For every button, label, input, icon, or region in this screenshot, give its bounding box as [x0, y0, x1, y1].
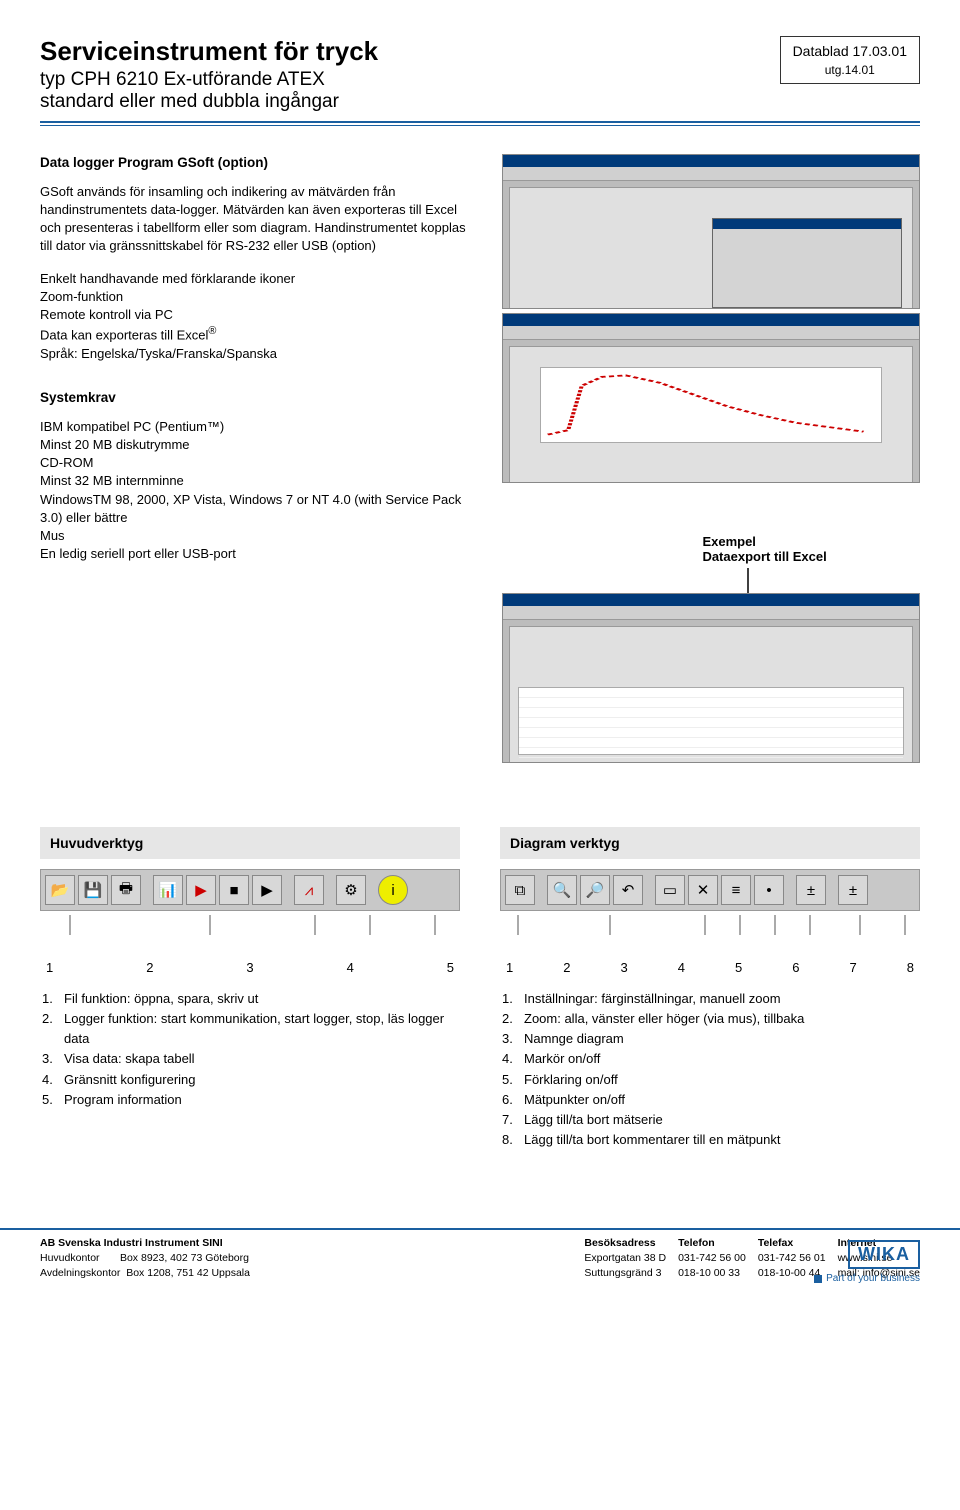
page-title: Serviceinstrument för tryck [40, 36, 378, 67]
diagram-tool-ticks [500, 915, 920, 945]
main-toolbar: 📂 💾 🖶 📊 ▶ ■ ▶ ⩘ ⚙ i [40, 869, 460, 911]
points-icon[interactable]: • [754, 875, 784, 905]
feature-line-5: Språk: Engelska/Tyska/Franska/Spanska [40, 345, 478, 363]
comment-icon[interactable]: ± [838, 875, 868, 905]
diagram-tool-descriptions: 1.Inställningar: färginställningar, manu… [500, 989, 920, 1150]
feature-line-2: Zoom-funktion [40, 288, 478, 306]
diagram-tools-column: Diagram verktyg ⧉ 🔍 🔎 ↶ ▭ ✕ ≡ • ± ± [500, 827, 920, 1150]
table-icon[interactable]: ⩘ [294, 875, 324, 905]
header-left: Serviceinstrument för tryck typ CPH 6210… [40, 36, 378, 113]
page-subtitle-1: typ CPH 6210 Ex-utförande ATEX [40, 69, 378, 91]
main-tools-header: Huvudverktyg [40, 827, 460, 859]
zoom-back-icon[interactable]: ↶ [613, 875, 643, 905]
zoom-all-icon[interactable]: 🔍 [547, 875, 577, 905]
sysreq-1: IBM kompatibel PC (Pentium™) [40, 418, 478, 436]
screenshot-excel-export [502, 593, 920, 763]
diagram-tool-numbers: 1 2 3 4 5 6 7 8 [500, 960, 920, 975]
series-add-icon[interactable]: ± [796, 875, 826, 905]
print-icon[interactable]: 🖶 [111, 875, 141, 905]
page-subtitle-2: standard eller med dubbla ingångar [40, 91, 378, 113]
content-right-column: Exempel Dataexport till Excel [502, 154, 920, 763]
example-label: Exempel Dataexport till Excel [702, 534, 826, 564]
sysreq-heading: Systemkrav [40, 389, 478, 408]
gsoft-description: GSoft används för insamling och indikeri… [40, 183, 478, 256]
datasheet-number: Datablad 17.03.01 [793, 43, 907, 59]
divider-thin [40, 125, 920, 126]
feature-line-3: Remote kontroll via PC [40, 306, 478, 324]
footer-phone: Telefon 031-742 56 00 018-10 00 33 [678, 1236, 746, 1280]
save-icon[interactable]: 💾 [78, 875, 108, 905]
datasheet-box: Datablad 17.03.01 utg.14.01 [780, 36, 920, 84]
page-header: Serviceinstrument för tryck typ CPH 6210… [40, 36, 920, 113]
settings-icon[interactable]: ⧉ [505, 875, 535, 905]
diagram-tools-header: Diagram verktyg [500, 827, 920, 859]
content-left-column: Data logger Program GSoft (option) GSoft… [40, 154, 478, 763]
marker-icon[interactable]: ✕ [688, 875, 718, 905]
open-icon[interactable]: 📂 [45, 875, 75, 905]
page-footer: AB Svenska Industri Instrument SINI Huvu… [0, 1228, 960, 1300]
name-icon[interactable]: ▭ [655, 875, 685, 905]
feature-line-1: Enkelt handhavande med förklarande ikone… [40, 270, 478, 288]
main-tool-numbers: 1 2 3 4 5 [40, 960, 460, 975]
screenshot-gsoft-diagram [502, 313, 920, 483]
wika-tagline: Part of your business [814, 1273, 920, 1284]
footer-address: Besöksadress Exportgatan 38 D Suttungsgr… [584, 1236, 666, 1280]
main-tools-column: Huvudverktyg 📂 💾 🖶 📊 ▶ ■ ▶ ⩘ ⚙ i [40, 827, 460, 1150]
gsoft-heading: Data logger Program GSoft (option) [40, 154, 478, 173]
connect-icon[interactable]: 📊 [153, 875, 183, 905]
divider-thick [40, 121, 920, 123]
zoom-lr-icon[interactable]: 🔎 [580, 875, 610, 905]
legend-icon[interactable]: ≡ [721, 875, 751, 905]
edition-number: utg.14.01 [793, 63, 907, 77]
diagram-toolbar: ⧉ 🔍 🔎 ↶ ▭ ✕ ≡ • ± ± [500, 869, 920, 911]
sysreq-2: Minst 20 MB diskutrymme [40, 436, 478, 454]
sysreq-6: Mus [40, 527, 478, 545]
stop-icon[interactable]: ■ [219, 875, 249, 905]
feature-line-4: Data kan exporteras till Excel® [40, 324, 478, 345]
sysreq-4: Minst 32 MB internminne [40, 472, 478, 490]
sysreq-3: CD-ROM [40, 454, 478, 472]
footer-company: AB Svenska Industri Instrument SINI Huvu… [40, 1236, 572, 1280]
record-icon[interactable]: ▶ [186, 875, 216, 905]
info-icon[interactable]: i [378, 875, 408, 905]
wika-logo: WIKA [848, 1240, 920, 1269]
main-tool-descriptions: 1.Fil funktion: öppna, spara, skriv ut 2… [40, 989, 460, 1110]
sysreq-5: WindowsTM 98, 2000, XP Vista, Windows 7 … [40, 491, 478, 527]
read-icon[interactable]: ▶ [252, 875, 282, 905]
footer-logo: WIKA Part of your business [814, 1240, 920, 1284]
main-tool-ticks [40, 915, 460, 945]
sysreq-7: En ledig seriell port eller USB-port [40, 545, 478, 563]
screenshot-dialog [712, 218, 902, 308]
config-icon[interactable]: ⚙ [336, 875, 366, 905]
screenshot-gsoft-main [502, 154, 920, 309]
